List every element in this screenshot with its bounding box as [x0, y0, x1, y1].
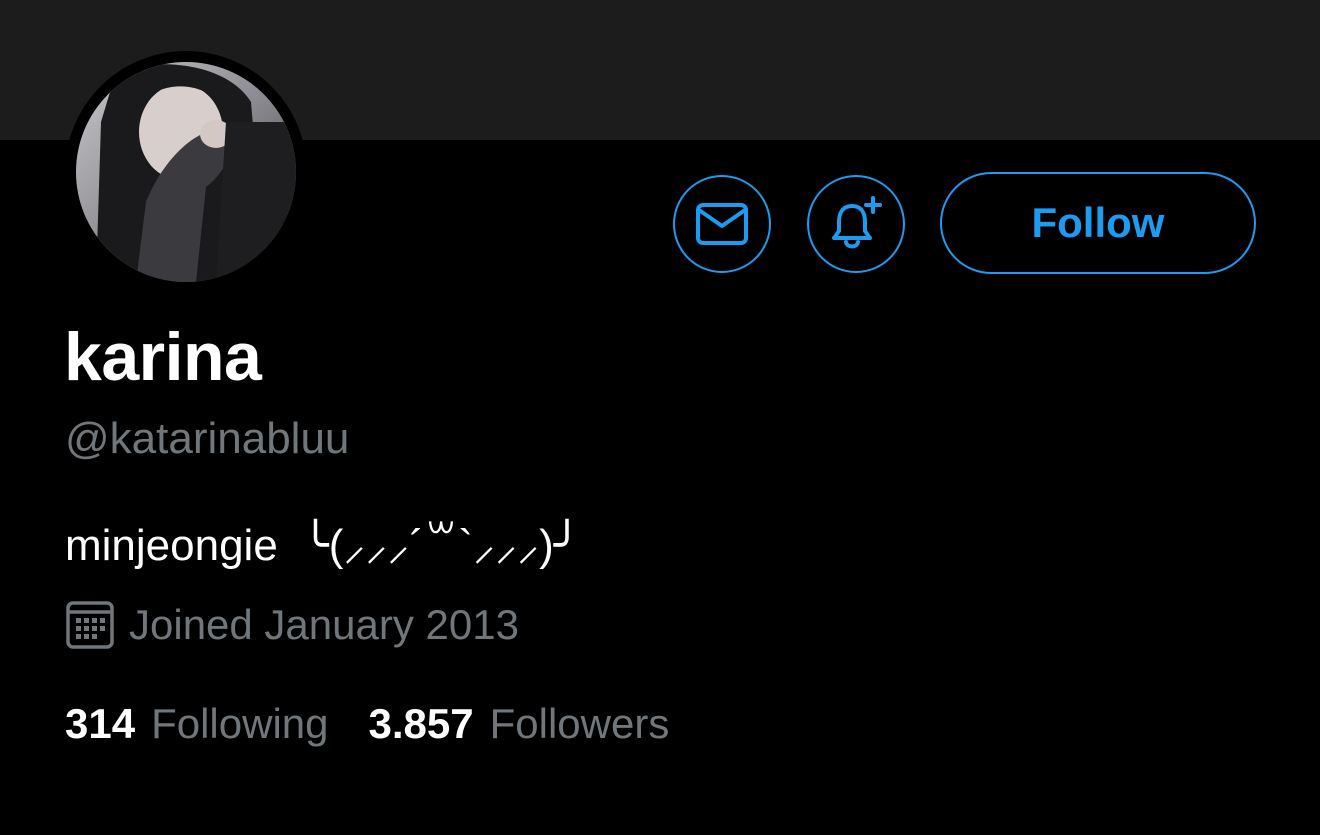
joined-date: Joined January 2013	[65, 600, 519, 650]
calendar-icon	[66, 601, 114, 649]
following-label: Following	[151, 700, 329, 747]
following-link[interactable]: 314 Following	[65, 700, 329, 748]
profile-page: Follow karina @katarinabluu minjeongie ╰…	[0, 0, 1320, 835]
avatar-photo	[76, 62, 296, 282]
username-handle: @katarinabluu	[65, 414, 350, 463]
bell-plus-icon	[832, 196, 882, 249]
follow-button[interactable]: Follow	[940, 172, 1256, 274]
joined-date-text: Joined January 2013	[129, 601, 519, 648]
followers-count: 3.857	[368, 700, 474, 747]
notifications-button[interactable]	[807, 175, 905, 273]
avatar[interactable]	[76, 62, 296, 282]
following-count: 314	[65, 700, 136, 747]
follow-button-label: Follow	[1031, 199, 1165, 246]
followers-link[interactable]: 3.857 Followers	[369, 700, 670, 748]
follow-stats: 314 Following 3.857 Followers	[65, 700, 669, 748]
envelope-icon	[696, 203, 748, 245]
followers-label: Followers	[489, 700, 670, 747]
display-name: karina	[64, 319, 262, 395]
message-button[interactable]	[673, 175, 771, 273]
profile-bio: minjeongie ╰(⸝⸝⸝´꒳`⸝⸝⸝)╯	[65, 521, 581, 570]
